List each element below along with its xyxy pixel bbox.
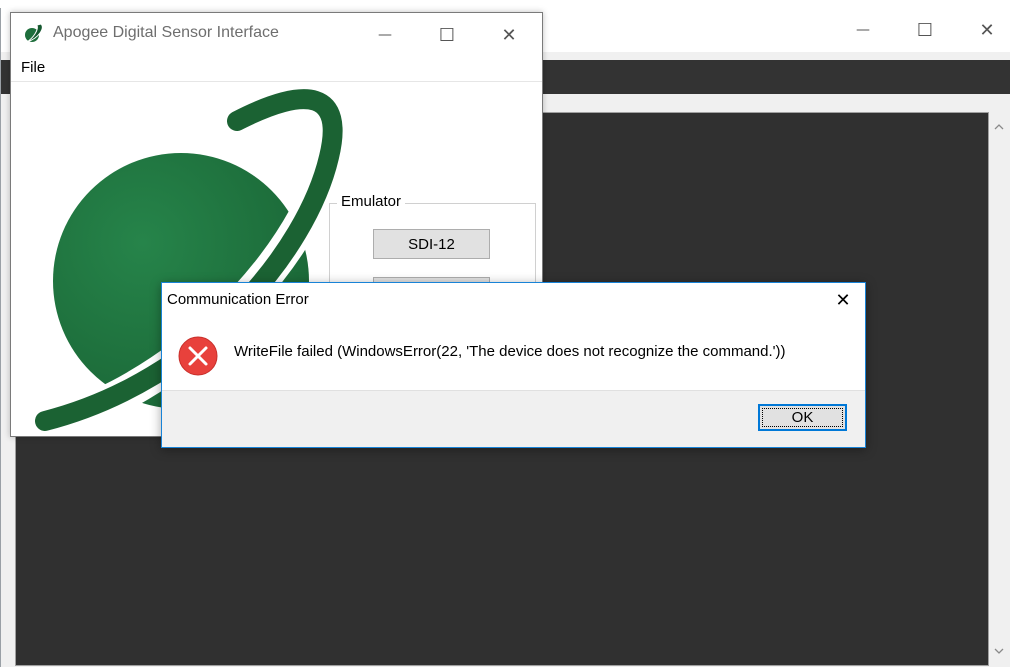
error-icon xyxy=(178,336,218,376)
dialog-title: Communication Error xyxy=(167,291,309,308)
communication-error-dialog[interactable]: Communication Error ✕ WriteFile failed (… xyxy=(161,282,866,448)
apogee-titlebar[interactable]: Apogee Digital Sensor Interface — ☐ ✕ xyxy=(11,13,542,53)
close-icon: ✕ xyxy=(835,289,851,310)
maximize-icon: ☐ xyxy=(438,24,456,46)
background-close-button[interactable]: ✕ xyxy=(957,8,1010,52)
sdi-12-button[interactable]: SDI-12 xyxy=(373,229,490,259)
background-minimize-button[interactable]: — xyxy=(833,8,893,52)
error-message: WriteFile failed (WindowsError(22, 'The … xyxy=(234,343,786,360)
vertical-scrollbar[interactable] xyxy=(989,112,1009,664)
apogee-logo-icon xyxy=(25,23,43,43)
apogee-minimize-button[interactable]: — xyxy=(355,13,415,57)
minimize-icon: — xyxy=(378,27,392,43)
emulator-legend: Emulator xyxy=(337,193,406,210)
dialog-button-area: OK xyxy=(162,390,865,447)
apogee-close-button[interactable]: ✕ xyxy=(479,13,539,57)
ok-button-label: OK xyxy=(791,409,814,426)
dialog-close-button[interactable]: ✕ xyxy=(821,283,865,317)
window-title: Apogee Digital Sensor Interface xyxy=(53,24,279,41)
menu-bar: File xyxy=(11,55,542,82)
close-icon: ✕ xyxy=(501,24,517,46)
scroll-up-arrow-icon[interactable] xyxy=(989,118,1009,136)
menu-file[interactable]: File xyxy=(21,59,45,76)
background-maximize-button[interactable]: ☐ xyxy=(895,8,955,52)
maximize-icon: ☐ xyxy=(916,19,934,41)
minimize-icon: — xyxy=(856,22,870,38)
apogee-maximize-button[interactable]: ☐ xyxy=(417,13,477,57)
scroll-down-arrow-icon[interactable] xyxy=(989,642,1009,660)
close-icon: ✕ xyxy=(979,19,995,41)
ok-button[interactable]: OK xyxy=(758,404,847,431)
